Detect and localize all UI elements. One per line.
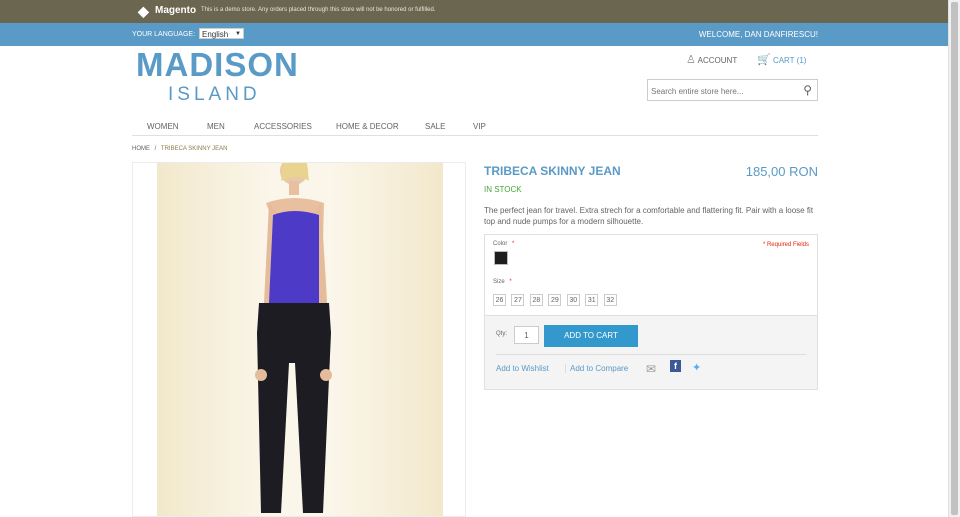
nav-item-home-decor[interactable]: HOME & DECOR: [336, 122, 399, 131]
size-label: Size *: [493, 279, 512, 285]
size-option[interactable]: 26: [493, 294, 506, 306]
scrollbar-thumb[interactable]: [951, 2, 958, 515]
required-fields-note: * Required Fields: [762, 242, 809, 248]
site-logo[interactable]: MADISON: [136, 46, 299, 84]
email-icon[interactable]: ✉: [646, 362, 656, 376]
qty-label: Qty:: [496, 331, 508, 337]
chevron-down-icon: ▼: [235, 31, 241, 37]
language-value: English: [202, 30, 229, 39]
main-nav: WOMEN MEN ACCESSORIES HOME & DECOR SALE …: [132, 118, 818, 136]
add-to-cart-box: Qty: 1 ADD TO CART Add to Wishlist Add t…: [484, 316, 818, 390]
cart-link[interactable]: 🛒 CART (1): [757, 53, 806, 66]
breadcrumb: HOME / TRIBECA SKINNY JEAN: [132, 146, 227, 152]
size-option[interactable]: 30: [566, 294, 580, 306]
size-option[interactable]: 31: [585, 294, 599, 306]
twitter-icon[interactable]: ✦: [692, 361, 701, 374]
scrollbar[interactable]: [948, 0, 960, 517]
search-icon[interactable]: ⚲: [803, 83, 812, 97]
qty-input[interactable]: 1: [514, 326, 539, 344]
site-logo-subtitle[interactable]: ISLAND: [168, 84, 261, 106]
language-select[interactable]: English ▼: [199, 28, 244, 39]
divider: [496, 354, 806, 355]
facebook-icon[interactable]: f: [670, 360, 681, 372]
required-mark: *: [509, 279, 512, 285]
nav-item-women[interactable]: WOMEN: [147, 122, 179, 131]
cart-label: CART (1): [772, 56, 807, 65]
search-input[interactable]: [648, 81, 798, 101]
demo-notice-bar: ◆ Magento This is a demo store. Any orde…: [0, 0, 948, 23]
language-label: YOUR LANGUAGE:: [132, 31, 196, 38]
welcome-message: WELCOME, DAN DANFIRESCU!: [698, 30, 818, 39]
color-label: Color *: [493, 241, 514, 247]
account-label: ACCOUNT: [697, 56, 738, 65]
size-option[interactable]: 29: [548, 294, 562, 306]
nav-item-sale[interactable]: SALE: [425, 122, 445, 131]
size-options: 26 27 28 29 30 31 32: [493, 289, 618, 307]
product-options: Color * * Required Fields Size * 26 27 2…: [484, 234, 818, 316]
add-to-cart-button[interactable]: ADD TO CART: [544, 325, 638, 347]
nav-item-accessories[interactable]: ACCESSORIES: [254, 122, 312, 131]
demo-notice-text: This is a demo store. Any orders placed …: [201, 7, 436, 13]
size-option[interactable]: 32: [603, 294, 617, 306]
size-option[interactable]: 28: [529, 294, 543, 306]
cart-icon: 🛒: [757, 54, 771, 66]
nav-item-vip[interactable]: VIP: [473, 122, 486, 131]
product-name: TRIBECA SKINNY JEAN: [484, 164, 621, 178]
color-swatch-black[interactable]: [494, 251, 508, 265]
product-image[interactable]: [132, 162, 466, 517]
product-price: 185,00 RON: [745, 164, 818, 179]
model-figure: [255, 163, 332, 513]
search-box: ⚲: [647, 79, 818, 101]
breadcrumb-separator: /: [154, 146, 157, 152]
size-option[interactable]: 27: [511, 294, 525, 306]
size-label-text: Size: [493, 279, 505, 285]
breadcrumb-current: TRIBECA SKINNY JEAN: [160, 146, 228, 152]
magento-logo-icon: ◆: [138, 3, 149, 19]
user-icon: ♙: [686, 54, 696, 66]
magento-brand: Magento: [155, 5, 197, 16]
language-bar: YOUR LANGUAGE: English ▼ WELCOME, DAN DA…: [0, 23, 948, 46]
nav-item-men[interactable]: MEN: [207, 122, 225, 131]
product-description: The perfect jean for travel. Extra strec…: [484, 206, 814, 226]
stock-status: IN STOCK: [484, 185, 522, 194]
required-mark: *: [512, 241, 515, 247]
account-link[interactable]: ♙ ACCOUNT: [686, 53, 737, 66]
add-to-wishlist-link[interactable]: Add to Wishlist: [496, 364, 549, 373]
breadcrumb-home[interactable]: HOME: [132, 146, 150, 152]
color-label-text: Color: [493, 241, 508, 247]
add-to-compare-link[interactable]: Add to Compare: [565, 364, 628, 373]
